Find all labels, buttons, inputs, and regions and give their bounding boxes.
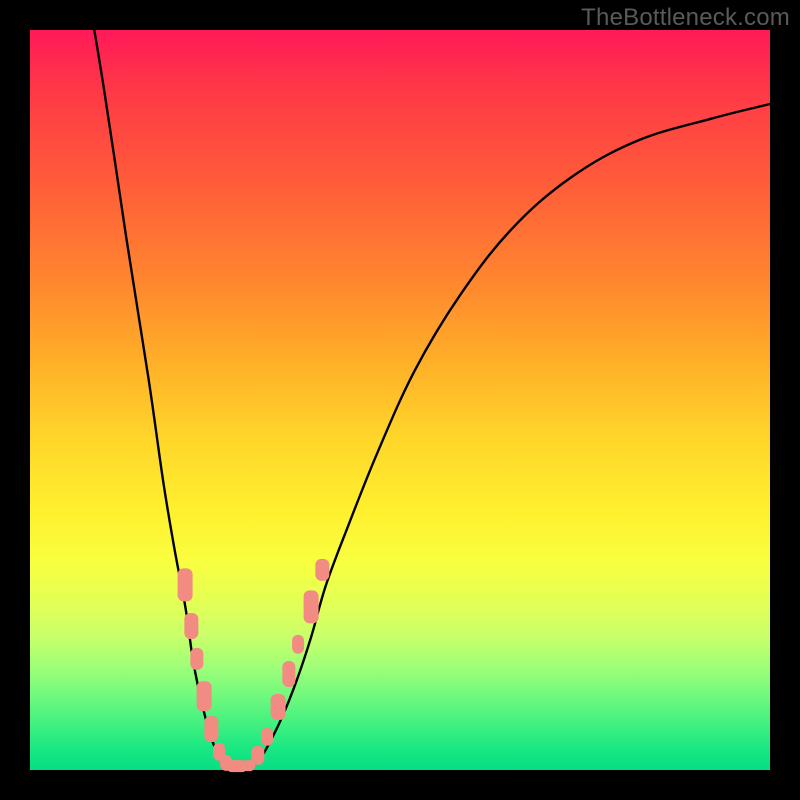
data-marker (316, 559, 329, 581)
data-marker (282, 661, 295, 687)
data-marker (185, 613, 198, 639)
data-marker (292, 635, 304, 654)
curve-layer (30, 30, 770, 770)
profile-curve (82, 0, 770, 767)
data-marker (251, 746, 264, 765)
chart-frame: TheBottleneck.com (0, 0, 800, 800)
data-marker (261, 727, 273, 746)
data-marker (304, 591, 319, 624)
data-marker (196, 681, 211, 711)
data-marker (270, 694, 285, 720)
data-marker (190, 648, 203, 670)
plot-area (30, 30, 770, 770)
data-marker (205, 716, 218, 742)
data-marker (178, 568, 193, 601)
watermark-text: TheBottleneck.com (581, 4, 790, 32)
